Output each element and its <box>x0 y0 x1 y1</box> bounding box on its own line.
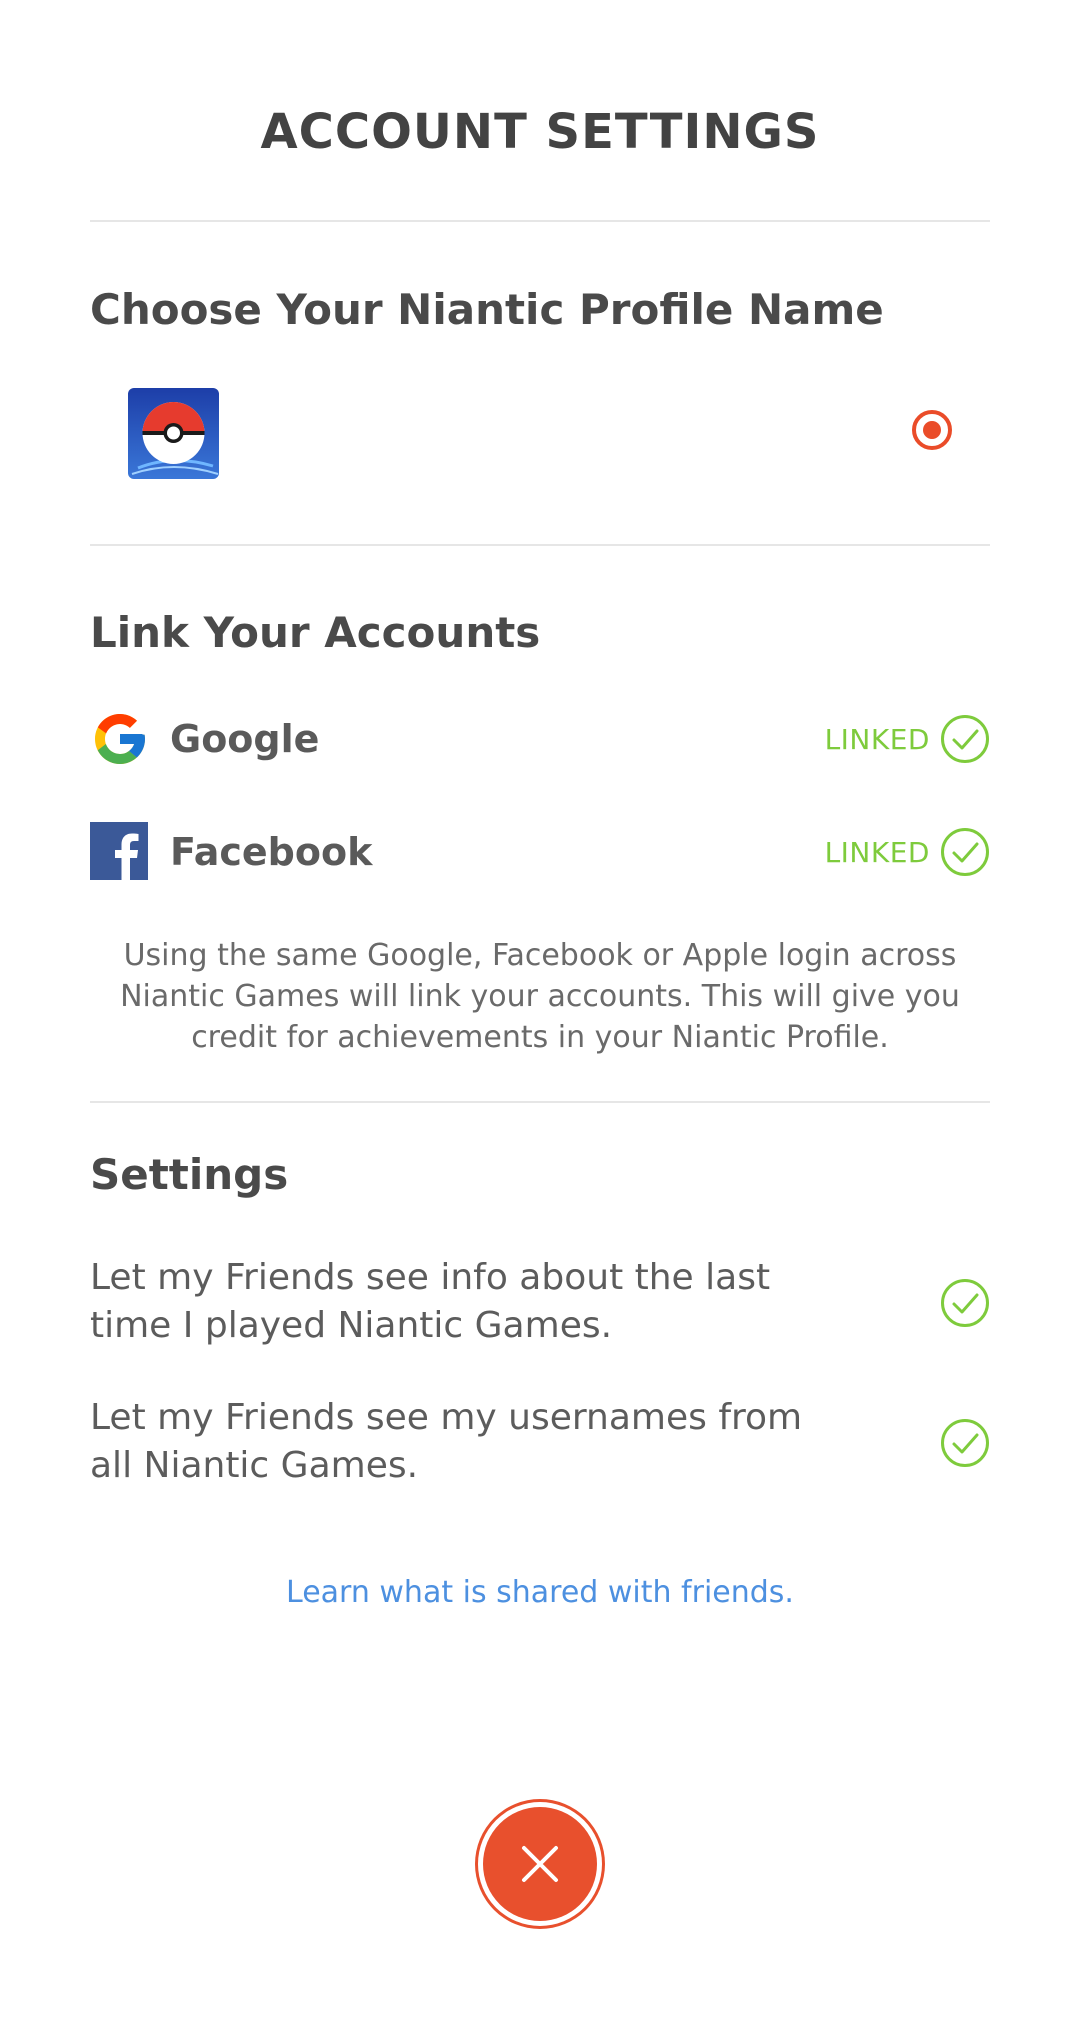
learn-what-is-shared-link[interactable]: Learn what is shared with friends. <box>0 1575 1080 1610</box>
profile-section-heading: Choose Your Niantic Profile Name <box>90 285 884 334</box>
page-title: ACCOUNT SETTINGS <box>260 104 820 160</box>
divider <box>90 544 990 546</box>
google-icon <box>90 709 150 769</box>
pokemon-go-app-icon <box>128 388 219 479</box>
facebook-account-name: Facebook <box>170 830 373 874</box>
check-circle-icon <box>941 828 989 876</box>
setting-usernames-checkbox-icon[interactable] <box>940 1418 990 1468</box>
facebook-account-row[interactable]: Facebook LINKED <box>90 822 990 882</box>
setting-last-played-row[interactable]: Let my Friends see info about the last t… <box>90 1254 990 1350</box>
setting-usernames-row[interactable]: Let my Friends see my usernames from all… <box>90 1394 990 1490</box>
facebook-linked-status: LINKED <box>824 836 930 869</box>
link-info-text: Using the same Google, Facebook or Apple… <box>120 938 960 1055</box>
google-linked-status: LINKED <box>824 723 930 756</box>
google-account-row[interactable]: Google LINKED <box>90 709 990 769</box>
check-circle-icon <box>941 715 989 763</box>
setting-last-played-checkbox-icon[interactable] <box>940 1278 990 1328</box>
close-icon <box>522 1846 558 1882</box>
divider <box>90 220 990 222</box>
divider <box>90 1101 990 1103</box>
settings-section-heading: Settings <box>90 1150 289 1199</box>
close-button[interactable] <box>483 1807 597 1921</box>
link-section-heading: Link Your Accounts <box>90 608 541 657</box>
google-account-name: Google <box>170 717 320 761</box>
facebook-icon <box>90 822 150 882</box>
setting-last-played-label: Let my Friends see info about the last t… <box>90 1257 771 1346</box>
profile-radio-button[interactable] <box>912 410 952 450</box>
setting-usernames-label: Let my Friends see my usernames from all… <box>90 1397 803 1486</box>
profile-option-row[interactable] <box>90 380 990 480</box>
